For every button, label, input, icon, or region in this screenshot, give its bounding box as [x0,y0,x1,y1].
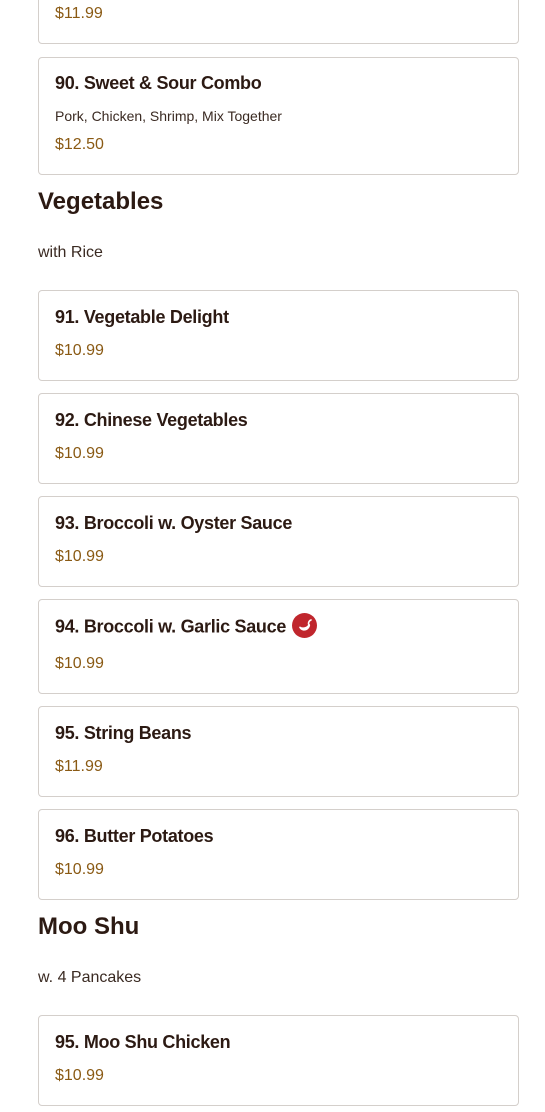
item-price: $10.99 [55,548,104,565]
section-title-moo-shu: Moo Shu [38,913,140,940]
item-name: 95. String Beans [55,723,192,743]
item-name-row: 94. Broccoli w. Garlic Sauce [55,613,318,640]
section-subtitle-moo-shu: w. 4 Pancakes [38,969,142,986]
section-title-vegetables: Vegetables [38,188,164,215]
menu-item-card[interactable]: 90. Sweet & Sour Combo Pork, Chicken, Sh… [38,57,519,175]
section-subtitle-vegetables: with Rice [38,244,103,261]
item-price: $10.99 [55,1067,104,1084]
item-price: $12.50 [55,136,104,153]
menu-item-card[interactable]: 95. Moo Shu Chicken $10.99 [38,1015,519,1106]
item-name: 91. Vegetable Delight [55,307,229,327]
menu-item-card[interactable]: $11.99 [38,0,519,44]
item-name: 92. Chinese Vegetables [55,410,248,430]
menu-item-card[interactable]: 92. Chinese Vegetables $10.99 [38,393,519,484]
item-description: Pork, Chicken, Shrimp, Mix Together [55,108,282,124]
menu-item-card[interactable]: 94. Broccoli w. Garlic Sauce $10.99 [38,599,519,694]
item-price: $11.99 [55,5,103,22]
menu-item-card[interactable]: 93. Broccoli w. Oyster Sauce $10.99 [38,496,519,587]
item-price: $10.99 [55,861,104,878]
item-price: $11.99 [55,758,103,775]
menu-item-card[interactable]: 95. String Beans $11.99 [38,706,519,797]
menu-item-card[interactable]: 96. Butter Potatoes $10.99 [38,809,519,900]
item-name: 96. Butter Potatoes [55,826,214,846]
item-name: 95. Moo Shu Chicken [55,1032,231,1052]
item-price: $10.99 [55,655,104,672]
menu-page: $11.99 90. Sweet & Sour Combo Pork, Chic… [0,0,545,1112]
item-name: 94. Broccoli w. Garlic Sauce [55,616,287,637]
item-name: 93. Broccoli w. Oyster Sauce [55,513,293,533]
menu-item-card[interactable]: 91. Vegetable Delight $10.99 [38,290,519,381]
item-name: 90. Sweet & Sour Combo [55,73,262,93]
item-price: $10.99 [55,445,104,462]
spicy-pepper-icon [292,613,318,638]
item-price: $10.99 [55,342,104,359]
